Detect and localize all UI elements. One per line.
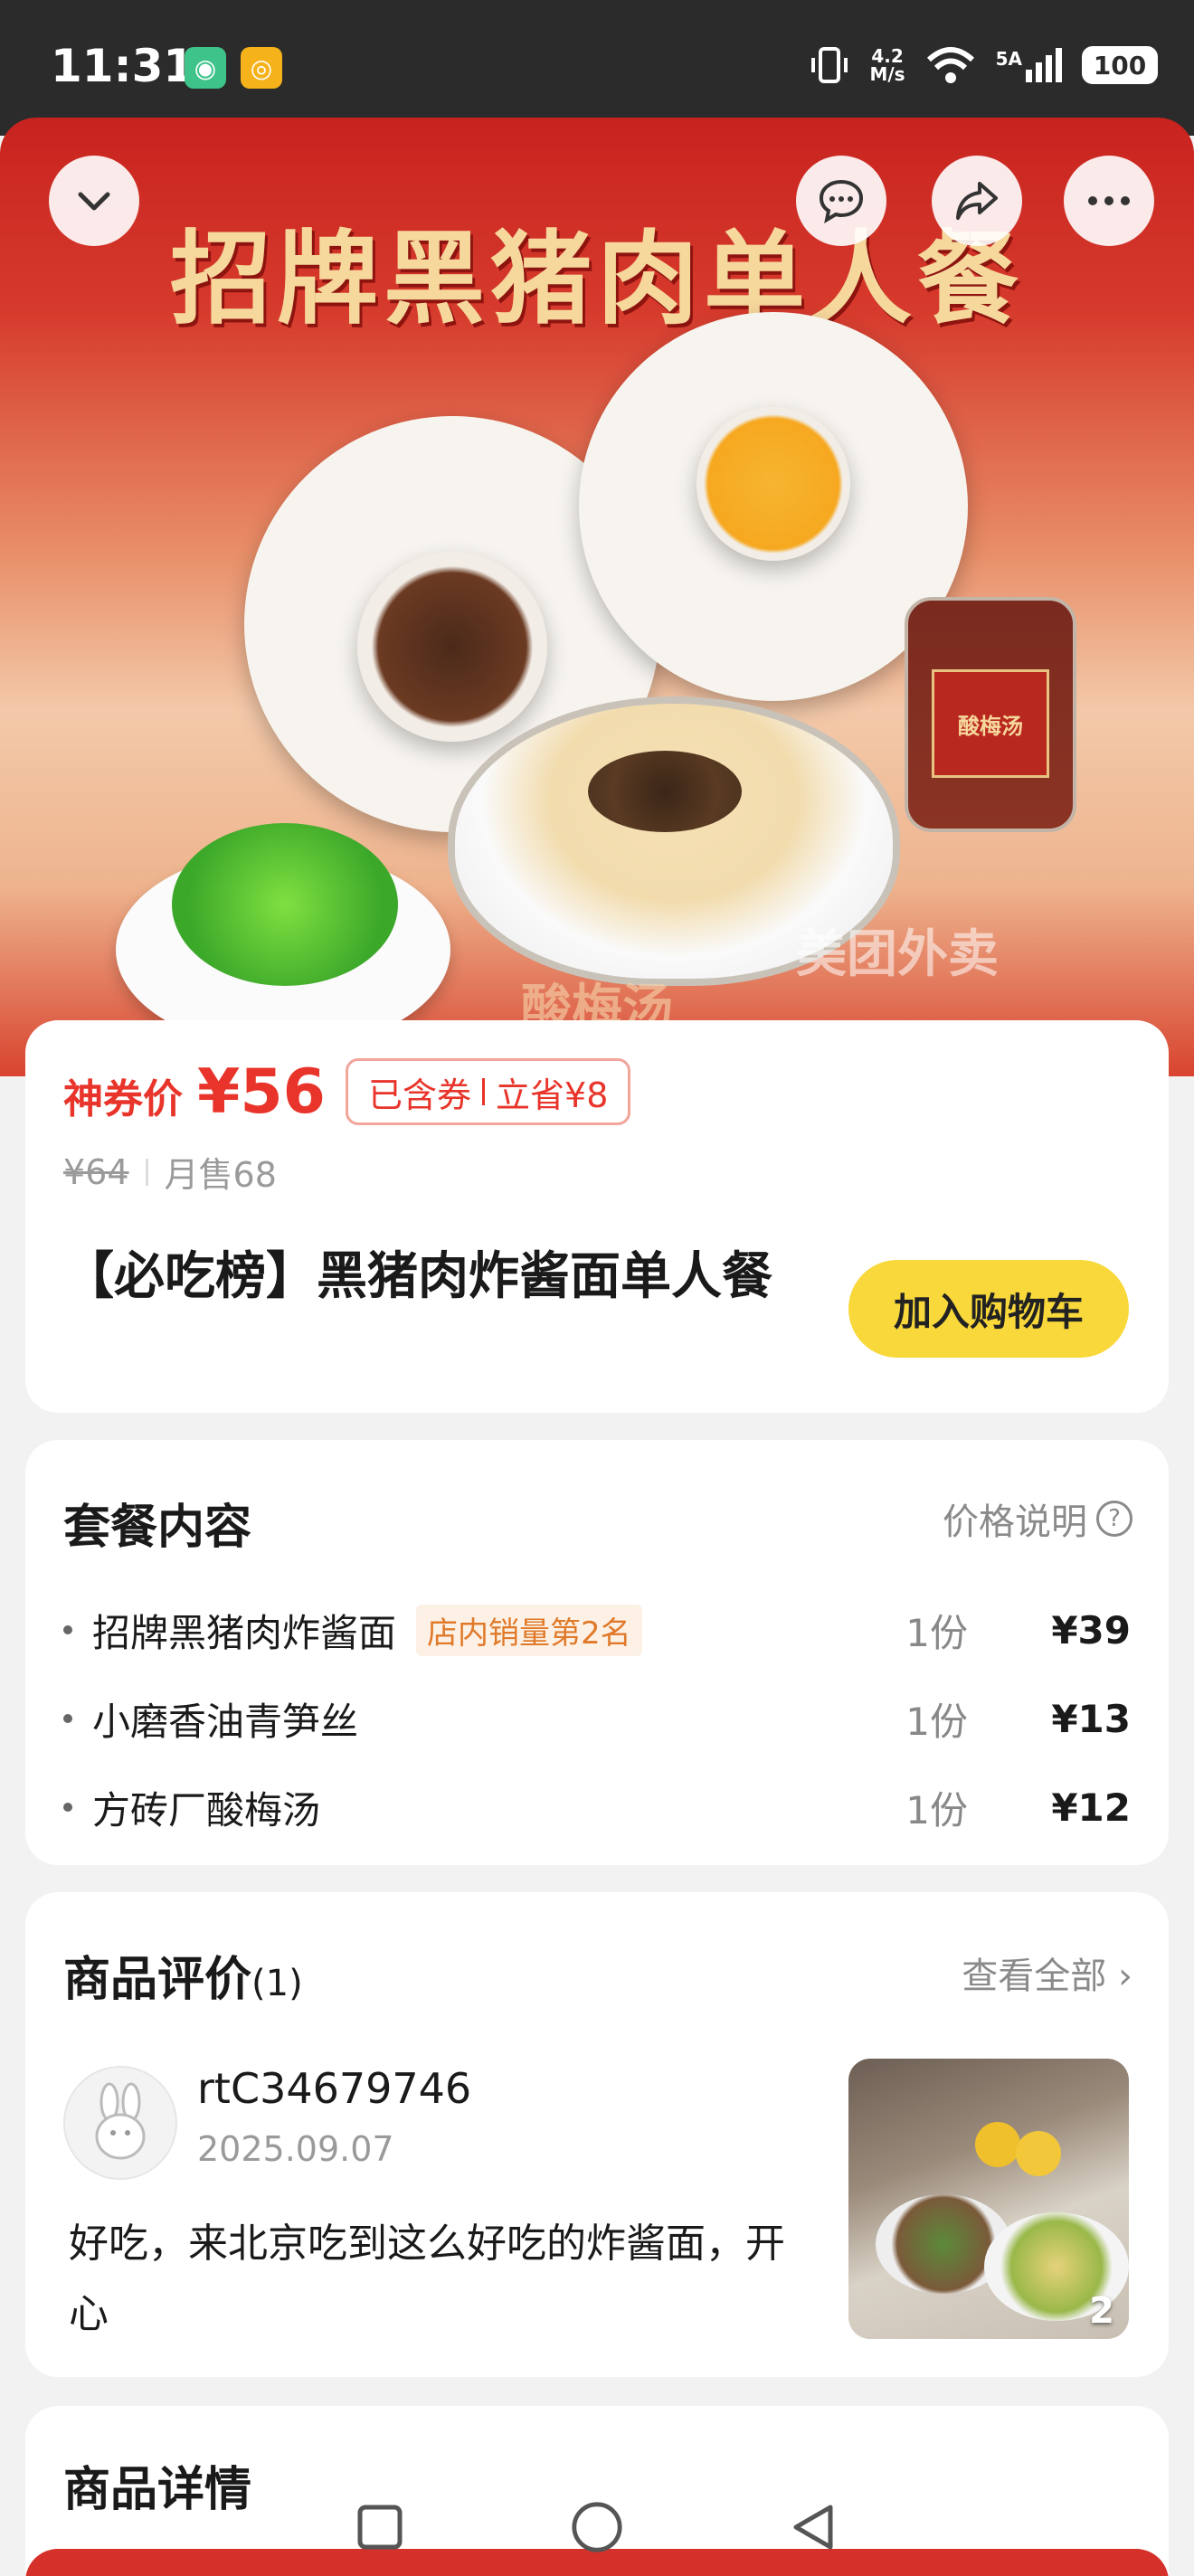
view-all-reviews-link[interactable]: 查看全部 ›	[962, 1946, 1132, 1999]
combo-item-price: ¥13	[1051, 1696, 1131, 1741]
photo-dish	[975, 2122, 1020, 2167]
sales-row: ¥64 月售68	[63, 1147, 277, 1197]
network-speed-unit: M/s	[869, 63, 905, 85]
rabbit-avatar-icon	[95, 2082, 146, 2160]
product-info-card: 神券价 ¥56 已含券 立省¥8 ¥64 月售68 【必吃榜】黑猪肉炸酱面单人餐…	[25, 1020, 1169, 1413]
vibrate-icon	[811, 47, 848, 83]
reviews-title: 商品评价(1)	[63, 1941, 303, 2009]
review-photo[interactable]: 2	[848, 2059, 1129, 2339]
recents-button[interactable]	[353, 2500, 407, 2554]
price-row: 神券价 ¥56	[63, 1056, 326, 1128]
more-options-button[interactable]	[1064, 156, 1154, 246]
more-icon	[1088, 196, 1130, 205]
combo-item: 小磨香油青笋丝 1份 ¥13	[63, 1691, 1131, 1746]
home-button[interactable]	[570, 2500, 624, 2554]
product-name: 【必吃榜】黑猪肉炸酱面单人餐	[63, 1247, 772, 1306]
coupon-badge: 已含券 立省¥8	[346, 1058, 631, 1125]
add-to-cart-button[interactable]: 加入购物车	[848, 1260, 1129, 1358]
lettuce-salad	[172, 823, 398, 986]
share-icon	[956, 182, 998, 220]
combo-item-name: 招牌黑猪肉炸酱面	[92, 1610, 397, 1655]
weibo-notification-icon: ◎	[241, 47, 282, 89]
combo-item-qty: 1份	[905, 1699, 968, 1744]
circle-icon	[572, 2502, 622, 2552]
reviews-title-text: 商品评价	[63, 1953, 252, 2007]
reviews-card: 商品评价(1) 查看全部 › rtC34679746 2025.09.07 好吃…	[25, 1892, 1169, 2377]
product-hero-image: 招牌黑猪肉单人餐 酸梅汤 美团外卖 酸梅汤	[0, 118, 1194, 1076]
review-text: 好吃，来北京吃到这么好吃的炸酱面，开心	[69, 2221, 785, 2337]
message-button[interactable]	[796, 156, 886, 246]
combo-item-name: 小磨香油青笋丝	[92, 1699, 359, 1744]
network-speed: 4.2 M/s	[869, 47, 905, 83]
reviewer-avatar[interactable]	[63, 2066, 177, 2180]
chat-bubble-icon	[819, 179, 864, 224]
combo-item-price: ¥12	[1051, 1785, 1131, 1830]
square-icon	[357, 2505, 403, 2550]
coupon-price-label: 神券价	[63, 1076, 183, 1122]
combo-title: 套餐内容	[63, 1501, 252, 1555]
back-button[interactable]	[787, 2500, 841, 2554]
status-icons: 4.2 M/s 5A 100	[810, 45, 1158, 85]
egg-bowl	[696, 407, 850, 561]
status-bar: 11:31 ◉ ◎ 4.2 M/s 5A 100	[0, 0, 1194, 136]
combo-item: 方砖厂酸梅汤 1份 ¥12	[63, 1780, 1131, 1834]
combo-contents-card: 套餐内容 价格说明 ? 招牌黑猪肉炸酱面 店内销量第2名 1份 ¥39 小磨香油…	[25, 1440, 1169, 1865]
photo-count: 2	[1089, 2290, 1114, 2332]
reviewer-name: rtC34679746	[197, 2064, 472, 2113]
original-price: ¥64	[63, 1151, 129, 1192]
question-icon: ?	[1096, 1501, 1132, 1537]
chevron-down-icon	[78, 192, 110, 211]
reviews-count: (1)	[251, 1963, 303, 2004]
combo-item-qty: 1份	[905, 1787, 968, 1833]
network-speed-value: 4.2	[871, 45, 904, 67]
combo-item: 招牌黑猪肉炸酱面 店内销量第2名 1份 ¥39	[63, 1603, 1131, 1657]
photo-dish	[1016, 2131, 1061, 2176]
jar-label: 酸梅汤	[932, 669, 1049, 778]
combo-item-price: ¥39	[1051, 1607, 1131, 1653]
cell-signal-icon: 5A	[996, 48, 1062, 82]
sauce-bowl	[357, 552, 547, 742]
cell-label: 5A	[995, 48, 1022, 70]
status-time: 11:31	[51, 40, 195, 92]
combo-item-name: 方砖厂酸梅汤	[92, 1787, 321, 1833]
system-nav-bar	[0, 2478, 1194, 2576]
combo-item-qty: 1份	[905, 1610, 968, 1655]
price-explanation-link[interactable]: 价格说明 ?	[943, 1492, 1132, 1545]
sales-rank-tag: 店内销量第2名	[416, 1604, 642, 1656]
view-all-label: 查看全部	[962, 1956, 1107, 1997]
savings-label: 立省¥8	[496, 1075, 609, 1115]
battery-indicator: 100	[1082, 46, 1158, 84]
triangle-back-icon	[793, 2505, 833, 2550]
review-date: 2025.09.07	[197, 2129, 394, 2169]
share-button[interactable]	[932, 156, 1022, 246]
noodle-sauce-topping	[588, 751, 742, 832]
notification-app-icon: ◉	[185, 47, 226, 89]
collapse-button[interactable]	[49, 156, 139, 246]
chevron-right-icon: ›	[1118, 1956, 1132, 1997]
monthly-sales: 月售68	[164, 1155, 277, 1195]
price-value: ¥56	[197, 1056, 326, 1128]
price-explanation-label: 价格说明	[943, 1501, 1087, 1543]
coupon-included-label: 已含券	[368, 1075, 472, 1115]
wifi-icon	[926, 47, 974, 83]
